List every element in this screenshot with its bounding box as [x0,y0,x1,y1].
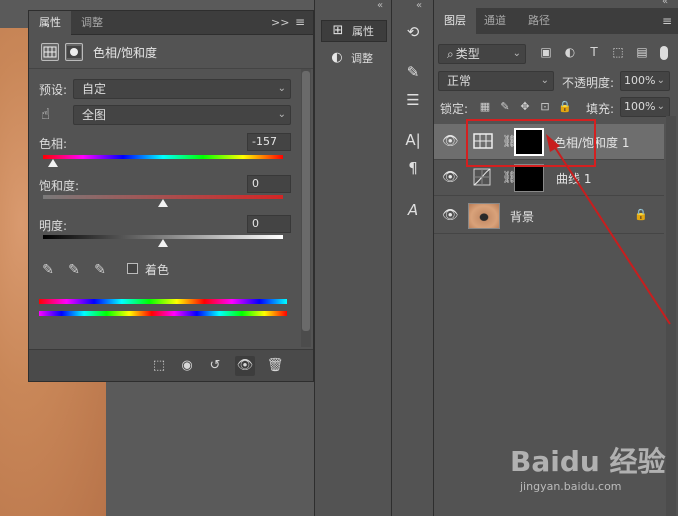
hue-slider-thumb[interactable] [48,159,58,167]
filter-type-icon[interactable]: T [586,44,602,60]
adjustment-layer-icon[interactable] [41,43,59,61]
fill-value: 100% [624,100,656,113]
saturation-slider-thumb[interactable] [158,199,168,207]
search-icon: ⌕ [447,47,454,61]
collapsed-panel-dock: « ⊞ 属性 ◐ 调整 [314,0,392,516]
colorize-checkbox[interactable] [127,263,138,274]
chevron-down-icon: ⌄ [512,48,521,59]
dock-item-label: 调整 [351,52,373,65]
eyedropper-subtract-icon[interactable]: ✎ [91,261,109,279]
hue-input[interactable]: -157 [247,133,291,151]
watermark-logo: Baidu 经验 [510,445,666,478]
layer-filter-select[interactable]: ⌕ 类型 ⌄ [438,44,526,64]
chevron-down-icon: ⌄ [656,75,665,86]
preset-label: 预设: [39,83,68,97]
filter-adjustment-icon[interactable]: ◐ [562,44,578,60]
trash-icon[interactable]: 🗑 [265,356,285,376]
brush-icon[interactable]: ✎ [400,60,426,84]
filter-pixel-icon[interactable]: ▣ [538,44,554,60]
chevron-down-icon: ⌄ [540,75,549,86]
properties-scrollbar[interactable] [301,69,311,347]
lightness-input[interactable]: 0 [247,215,291,233]
lightness-label: 明度: [39,219,68,233]
expand-icon[interactable]: « [416,0,422,11]
colorize-label: 着色 [145,263,170,277]
view-previous-icon[interactable]: ◉ [177,356,197,376]
lock-image-icon[interactable]: ✎ [498,100,512,114]
reset-icon[interactable]: ↺ [205,356,225,376]
lock-all-icon[interactable]: 🔒 [558,100,572,114]
output-color-bar [39,311,287,316]
watermark-url: jingyan.baidu.com [520,480,622,493]
hue-slider-track[interactable] [43,155,283,159]
tab-properties[interactable]: 属性 [29,11,71,35]
tab-paths[interactable]: 路径 [518,8,560,34]
layers-tabbar: 图层 通道 路径 ≡ [434,8,678,34]
tab-layers[interactable]: 图层 [434,8,476,34]
saturation-input[interactable]: 0 [247,175,291,193]
properties-title: 色相/饱和度 [93,46,158,60]
character-icon[interactable]: A| [400,128,426,152]
preset-value: 自定 [82,82,107,96]
eyedropper-add-icon[interactable]: ✎ [65,261,83,279]
annotation-arrow [546,134,671,325]
lock-position-icon[interactable]: ✥ [518,100,532,114]
lightness-slider-thumb[interactable] [158,239,168,247]
lock-artboard-icon[interactable]: ⊡ [538,100,552,114]
hand-target-icon[interactable]: ☝ [41,105,59,125]
preset-select[interactable]: 自定 ⌄ [73,79,291,99]
lock-transparent-icon[interactable]: ▦ [478,100,492,114]
tool-strip: « ⟲ ✎ ☰ A| ¶ A [392,0,434,516]
channel-select[interactable]: 全图 ⌄ [73,105,291,125]
dock-item-properties[interactable]: ⊞ 属性 [321,20,387,42]
chevron-down-icon: ⌄ [656,101,665,112]
dock-item-adjustments[interactable]: ◐ 调整 [321,48,387,70]
properties-header: 色相/饱和度 [29,35,313,69]
dock-item-label: 属性 [352,25,374,38]
filter-value: 类型 [455,47,480,61]
opacity-input[interactable]: 100% ⌄ [620,71,670,91]
watermark: Baidu 经验 jingyan.baidu.com [510,440,670,500]
input-color-bar [39,299,287,304]
adjustments-icon: ◐ [331,50,343,65]
properties-tabbar: 属性 调整 >> ≡ [29,11,313,35]
clip-to-layer-icon[interactable]: ⬚ [149,356,169,376]
properties-panel: 属性 调整 >> ≡ 色相/饱和度 预设: 自定 ⌄ ☝ 全图 ⌄ 色相: -1… [28,10,314,382]
history-icon[interactable]: ⟲ [400,20,426,44]
blend-mode-value: 正常 [447,74,472,88]
chevron-down-icon: ⌄ [277,109,286,120]
blend-mode-select[interactable]: 正常 ⌄ [438,71,554,91]
hue-label: 色相: [39,137,68,151]
properties-icon: ⊞ [332,23,344,38]
channel-value: 全图 [82,108,107,122]
collapse-icon[interactable]: « [662,0,668,7]
tab-adjustments[interactable]: 调整 [71,11,113,35]
panel-menu-icon[interactable]: ≡ [295,15,305,29]
panel-menu-icon[interactable]: ≡ [662,14,672,28]
fill-input[interactable]: 100% ⌄ [620,97,670,117]
opacity-value: 100% [624,74,656,87]
paragraph-icon[interactable]: ¶ [400,156,426,180]
saturation-label: 饱和度: [39,179,80,193]
expand-icon[interactable]: « [377,0,383,11]
fill-label: 填充: [586,102,615,116]
properties-footer: ⬚ ◉ ↺ 👁 🗑 [29,349,313,381]
brush-settings-icon[interactable]: ☰ [400,88,426,112]
glyphs-icon[interactable]: A [400,198,426,222]
visibility-eye-icon[interactable]: 👁 [235,356,255,376]
mask-icon[interactable] [65,43,83,61]
chevron-down-icon: ⌄ [277,83,286,94]
opacity-label: 不透明度: [562,76,615,90]
eyedropper-icon[interactable]: ✎ [39,261,57,279]
lock-label: 锁定: [440,102,469,116]
filter-smart-object-icon[interactable]: ▤ [634,44,650,60]
filter-shape-icon[interactable]: ⬚ [610,44,626,60]
scrollbar-thumb[interactable] [302,71,310,331]
collapse-icon[interactable]: >> [271,16,289,29]
tab-channels[interactable]: 通道 [474,8,516,34]
filter-toggle[interactable] [660,46,668,60]
